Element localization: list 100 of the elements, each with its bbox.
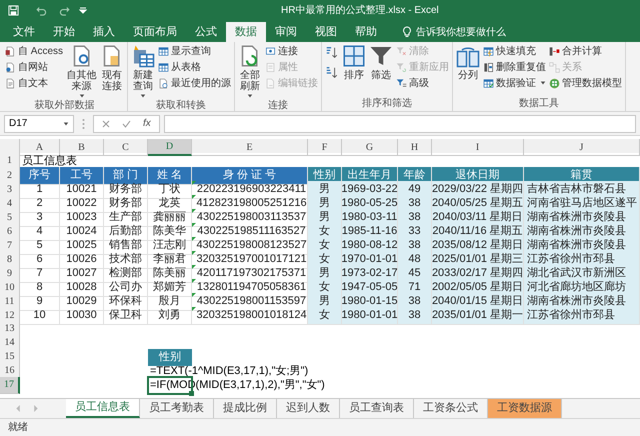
- undo-icon: [35, 4, 47, 16]
- ribbon-button[interactable]: 管理数据模型: [549, 76, 622, 90]
- window-title: HR中最常用的公式整理.xlsx - Excel: [281, 4, 439, 18]
- table-cell-text: 2035/08/12 星期日: [432, 238, 524, 253]
- reapply-filter-icon: [396, 62, 408, 72]
- table-cell-text: 2: [36, 196, 43, 211]
- ribbon-button[interactable]: 排序: [342, 44, 366, 81]
- text-document-icon: [5, 78, 16, 88]
- error-indicator-icon: [192, 251, 196, 255]
- menu-tab[interactable]: 公式: [186, 22, 226, 42]
- ribbon-button[interactable]: 高级: [396, 76, 450, 90]
- column-header[interactable]: I: [432, 139, 524, 156]
- ribbon-button[interactable]: 快速填充: [483, 44, 546, 58]
- table-cell-text: 郑媚芳: [153, 280, 186, 295]
- column-header[interactable]: B: [60, 139, 104, 156]
- table-cell-text: 430225198511163527: [197, 224, 306, 239]
- cancel-icon: [102, 120, 110, 128]
- formula-input[interactable]: [164, 114, 636, 132]
- table-cell-text: 殷月: [158, 294, 180, 308]
- table-cell-text: 1980-08-12: [341, 238, 398, 253]
- relationships-icon: [549, 62, 560, 72]
- menu-tab[interactable]: 审阅: [266, 22, 306, 42]
- sheet-tab[interactable]: 员工信息表: [66, 399, 140, 418]
- flash-fill-icon: [483, 46, 494, 56]
- table-cell-text: 38: [408, 210, 421, 225]
- table-cell-text: 籍贯: [570, 168, 592, 182]
- table-cell-text: 姓 名: [156, 168, 182, 183]
- ribbon-button[interactable]: 最近使用的源: [158, 76, 232, 90]
- table-cell-text: 湖北省武汉市新洲区: [527, 266, 626, 280]
- next-sheet-icon: [33, 405, 38, 412]
- error-indicator-icon: [192, 279, 196, 283]
- ribbon-button[interactable]: 自 Access: [5, 44, 64, 58]
- column-header[interactable]: A: [20, 139, 60, 156]
- ribbon-button[interactable]: 显示查询: [158, 44, 232, 58]
- insert-function-button[interactable]: fx: [143, 116, 151, 131]
- sheet-tab[interactable]: 工资数据源: [488, 399, 562, 418]
- ribbon-button[interactable]: 分列: [456, 44, 480, 81]
- row-header[interactable]: 17: [0, 377, 20, 394]
- ribbon-button[interactable]: 筛选: [369, 44, 394, 81]
- table-cell-text: 220223196903223411: [196, 182, 306, 197]
- table-cell-text: 吉林省吉林市磐石县: [527, 182, 626, 196]
- tell-me-field[interactable]: 告诉我你想要做什么: [398, 22, 530, 42]
- ribbon-button[interactable]: 删除重复值: [483, 60, 546, 74]
- table-cell-text: 71: [408, 280, 421, 295]
- error-indicator-icon: [192, 293, 196, 297]
- redo-icon: [59, 4, 71, 16]
- table-cell-text: 38: [408, 196, 421, 211]
- ribbon-button[interactable]: 现有连接: [100, 44, 124, 92]
- table-cell-text: 1: [36, 182, 43, 197]
- table-cell-text: 江苏省徐州市邳县: [527, 308, 615, 323]
- table-cell-text: 8: [36, 280, 43, 295]
- table-cell-text: 销售部: [109, 238, 142, 252]
- table-cell-text: 10027: [66, 266, 97, 281]
- table-cell-text: 环保科: [109, 294, 142, 309]
- ribbon-button[interactable]: 连接: [265, 44, 318, 58]
- menu-tab[interactable]: 开始: [44, 22, 84, 42]
- table-cell-text: 女: [319, 308, 330, 323]
- menu-tab[interactable]: 页面布局: [124, 22, 186, 42]
- table-cell-text: 2033/02/17 星期四: [432, 266, 524, 281]
- menu-tab[interactable]: 文件: [4, 22, 44, 42]
- validation-icon: [483, 78, 494, 88]
- column-header[interactable]: D: [148, 139, 192, 156]
- ribbon-button[interactable]: 自网站: [5, 60, 64, 74]
- ribbon-button[interactable]: 全部刷新: [238, 44, 262, 99]
- column-header[interactable]: J: [524, 139, 640, 156]
- menu-tab[interactable]: 插入: [84, 22, 124, 42]
- ribbon-button[interactable]: 自文本: [5, 76, 64, 90]
- error-indicator-icon: [192, 181, 196, 185]
- table-cell-text: 10022: [66, 196, 97, 211]
- table-cell-text: 部 门: [112, 168, 138, 182]
- error-indicator-icon: [192, 307, 196, 311]
- remove-duplicates-icon: [483, 62, 494, 72]
- column-header[interactable]: H: [398, 139, 432, 156]
- table-cell-text: 38: [408, 238, 421, 253]
- ribbon-button[interactable]: 自其他来源: [66, 44, 98, 99]
- table-cell-text: 江苏省徐州市邳县: [527, 252, 615, 266]
- menu-tab[interactable]: 数据: [226, 22, 266, 42]
- ribbon-button[interactable]: 从表格: [158, 60, 232, 74]
- table-cell-text: 龙英: [158, 196, 180, 211]
- column-header[interactable]: G: [342, 139, 398, 156]
- table-cell-text: 7: [36, 266, 43, 281]
- table-cell-text: 男: [319, 294, 330, 309]
- customize-icon: [79, 6, 87, 14]
- ribbon-button[interactable]: 新建查询: [131, 44, 156, 99]
- status-text: 就绪: [8, 420, 28, 435]
- link-document-icon: [265, 78, 276, 88]
- ribbon-button[interactable]: 数据验证: [483, 76, 546, 90]
- ribbon-button[interactable]: 合并计算: [549, 44, 622, 58]
- table-cell-text: 1973-02-17: [341, 266, 398, 281]
- table-cell-text: 湖南省株洲市炎陵县: [527, 210, 626, 224]
- name-box[interactable]: D17: [4, 114, 74, 132]
- table-cell-text: 年龄: [404, 168, 426, 183]
- table-cell-text: 10030: [66, 308, 97, 323]
- menu-tab[interactable]: 视图: [306, 22, 346, 42]
- table-cell-text: 10026: [66, 252, 97, 267]
- menu-tab[interactable]: 帮助: [346, 22, 386, 42]
- column-header[interactable]: F: [308, 139, 342, 156]
- table-cell-text: 财务部: [109, 182, 142, 196]
- previous-sheet-icon: [16, 405, 21, 412]
- column-header[interactable]: E: [192, 139, 308, 156]
